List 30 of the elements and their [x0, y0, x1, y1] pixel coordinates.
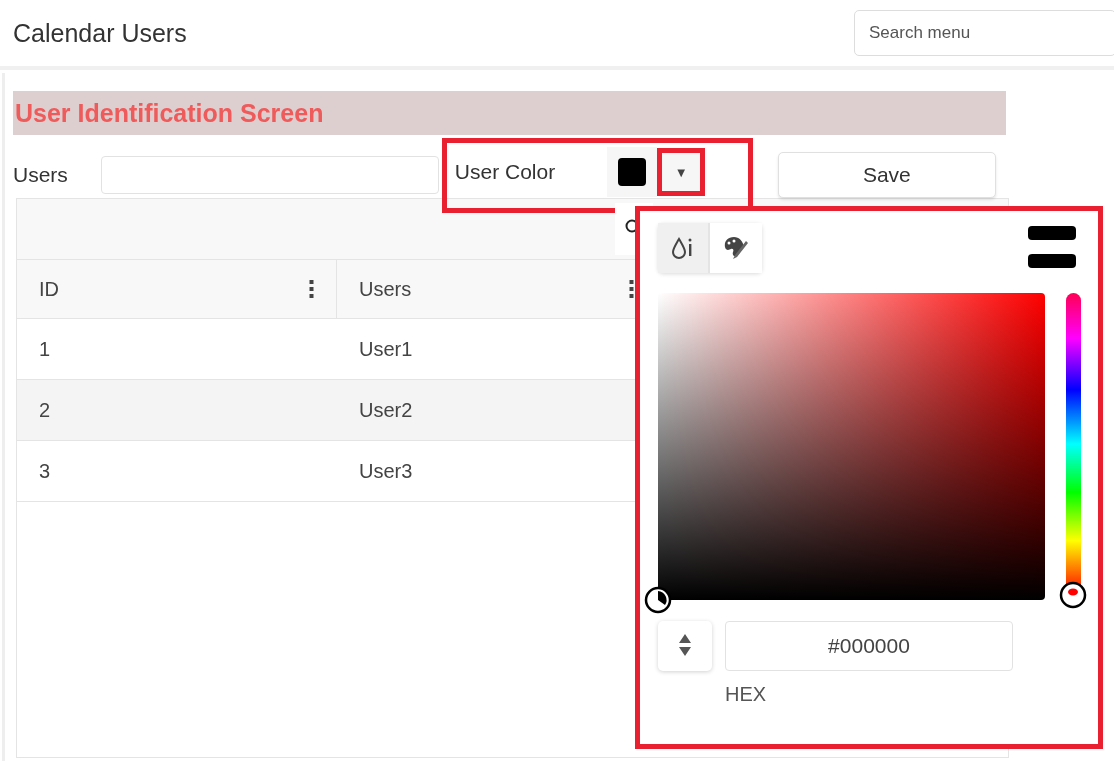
format-label: HEX: [725, 683, 768, 706]
search-field[interactable]: Search menu: [854, 10, 1114, 56]
users-input-field[interactable]: [100, 156, 439, 194]
swatches-icon[interactable]: [1028, 226, 1076, 268]
hex-input-field[interactable]: #000000: [725, 621, 1013, 671]
palette-mode-tab[interactable]: [710, 223, 762, 273]
page-title: Calendar Users: [13, 18, 187, 48]
section-heading: User Identification Screen: [13, 91, 1006, 135]
format-toggle-button[interactable]: [658, 621, 712, 671]
hue-slider-thumb[interactable]: [1059, 581, 1087, 609]
table-cell: 3: [39, 459, 51, 483]
column-header[interactable]: ID: [39, 277, 59, 301]
up-down-arrows-icon[interactable]: [678, 632, 692, 657]
saturation-gradient-area[interactable]: [658, 293, 1045, 600]
gradient-mode-tab[interactable]: [658, 223, 710, 273]
column-menu-icon[interactable]: [629, 279, 634, 299]
table-cell: 1: [39, 337, 51, 361]
palette-brush-icon[interactable]: [722, 235, 750, 261]
color-swatch[interactable]: [607, 147, 658, 197]
users-label: Users: [13, 163, 68, 187]
table-cell: 2: [39, 398, 51, 422]
table-cell: User3: [359, 459, 413, 483]
column-menu-icon[interactable]: [309, 279, 314, 299]
save-button[interactable]: Save: [777, 152, 996, 198]
user-color-label: User Color: [454, 160, 556, 184]
column-header[interactable]: Users: [359, 277, 412, 301]
color-handle[interactable]: [644, 586, 672, 614]
dropdown-button[interactable]: ▼: [657, 148, 706, 196]
table-cell: User2: [359, 398, 413, 422]
table-cell: User1: [359, 337, 413, 361]
